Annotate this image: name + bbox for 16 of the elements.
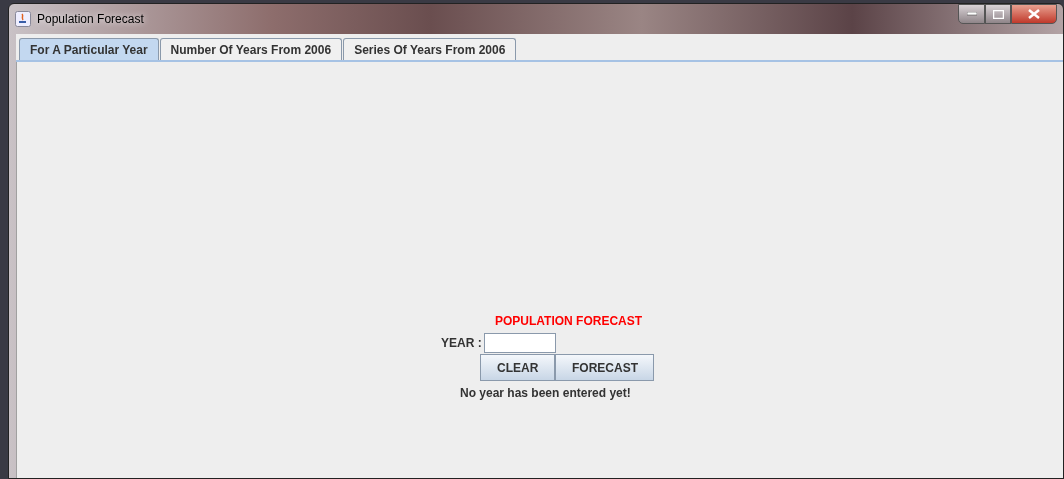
window-title: Population Forecast: [37, 11, 144, 28]
clear-button[interactable]: CLEAR: [480, 354, 555, 381]
minimize-button[interactable]: [958, 4, 985, 24]
form-title: POPULATION FORECAST: [495, 314, 644, 329]
year-label: YEAR :: [441, 335, 482, 352]
close-icon: [1028, 9, 1040, 19]
maximize-icon: [992, 9, 1004, 19]
tab[interactable]: For A Particular Year: [19, 38, 159, 60]
minimize-icon: [966, 12, 977, 16]
tab[interactable]: Number Of Years From 2006: [159, 38, 343, 60]
year-input-field[interactable]: [483, 333, 556, 353]
status-message: No year has been entered yet!: [460, 385, 632, 402]
maximize-button[interactable]: [985, 4, 1011, 24]
tab[interactable]: Series Of Years From 2006: [343, 38, 517, 60]
forecast-button[interactable]: FORECAST: [555, 354, 654, 381]
close-button[interactable]: [1011, 4, 1057, 24]
